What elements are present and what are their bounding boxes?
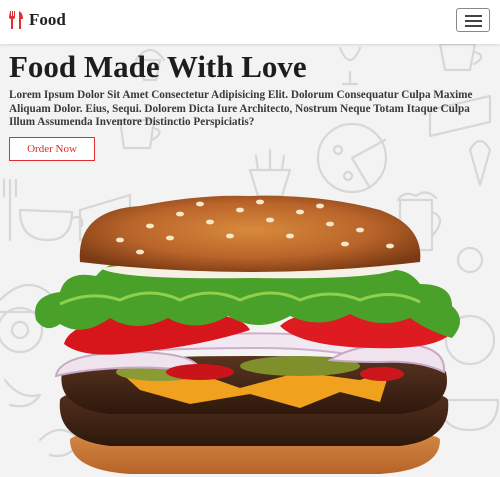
brand-name: Food xyxy=(29,10,66,29)
utensils-icon xyxy=(9,11,23,29)
hamburger-menu-icon-bar xyxy=(465,20,482,22)
hero-description: Lorem Ipsum Dolor Sit Amet Consectetur A… xyxy=(9,89,473,128)
hamburger-menu-icon-bar xyxy=(465,25,482,27)
hamburger-menu-icon xyxy=(465,15,482,17)
menu-toggle-button[interactable] xyxy=(456,8,490,32)
order-now-button[interactable]: Order Now xyxy=(9,137,95,161)
brand[interactable]: Food xyxy=(8,10,66,30)
hero-title: Food Made With Love xyxy=(9,49,307,84)
navbar: Food xyxy=(0,0,500,44)
